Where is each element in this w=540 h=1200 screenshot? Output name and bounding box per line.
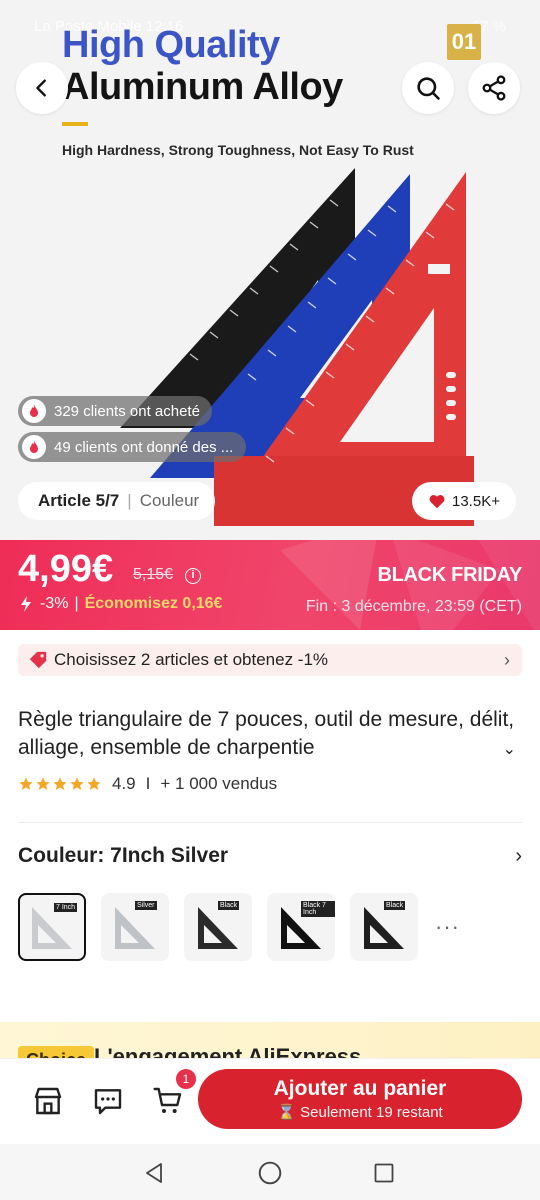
chevron-left-icon xyxy=(36,79,46,97)
square-recents-icon xyxy=(374,1163,394,1183)
color-selector-header[interactable]: Couleur: 7Inch Silver › xyxy=(18,844,522,868)
color-option[interactable]: Black xyxy=(350,893,418,961)
product-title[interactable]: Règle triangulaire de 7 pouces, outil de… xyxy=(18,706,518,762)
bought-count-text: 329 clients ont acheté xyxy=(54,402,200,420)
search-icon xyxy=(417,77,440,100)
star-rating xyxy=(18,776,102,792)
review-count-pill: 49 clients ont donné des ... xyxy=(18,432,246,462)
chat-icon xyxy=(94,1089,122,1115)
current-price: 4,99€ xyxy=(18,548,114,590)
circle-home-icon xyxy=(258,1161,282,1185)
back-button[interactable] xyxy=(16,62,68,114)
color-option[interactable]: 7 Inch xyxy=(18,893,86,961)
store-button[interactable] xyxy=(30,1083,66,1119)
section-divider xyxy=(18,822,522,823)
bundle-promo-text: Choisissez 2 articles et obtenez -1% xyxy=(54,650,329,669)
bottom-action-bar: 1 Ajouter au panier ⌛ Seulement 19 resta… xyxy=(0,1058,540,1144)
bundle-promo[interactable]: Choisissez 2 articles et obtenez -1% › xyxy=(18,644,522,676)
discount-separator: | xyxy=(74,595,79,612)
rating-separator: I xyxy=(145,774,151,793)
star-icon xyxy=(53,777,67,790)
triangle-back-icon xyxy=(146,1163,162,1183)
event-end-date: 3 décembre, 23:59 (CET) xyxy=(341,598,522,615)
cart-button[interactable] xyxy=(150,1083,186,1119)
gallery-position: Article 5/7 xyxy=(38,491,120,510)
gallery-separator: | xyxy=(127,491,132,510)
coupon-tag-icon xyxy=(28,651,48,669)
heart-icon xyxy=(429,495,445,509)
share-icon xyxy=(482,75,506,101)
discount-percent: -3% xyxy=(40,595,69,612)
color-option-label: 7 Inch xyxy=(54,903,78,912)
wishlist-button[interactable]: 13.5K+ xyxy=(412,482,516,520)
fire-icon xyxy=(22,435,46,459)
cart-count-badge: 1 xyxy=(176,1069,196,1089)
hero-headline-line2: Aluminum Alloy xyxy=(62,66,343,108)
product-title-text: Règle triangulaire de 7 pouces, outil de… xyxy=(18,708,515,759)
color-option-label: Silver xyxy=(135,901,157,910)
system-navigation-bar xyxy=(0,1144,540,1200)
color-option-label: Black 7 Inch xyxy=(301,901,335,917)
chevron-right-icon: › xyxy=(515,844,522,867)
chat-button[interactable] xyxy=(90,1083,126,1119)
gallery-color-link: Couleur xyxy=(139,491,200,510)
discount-row: -3% | Économisez 0,16€ xyxy=(18,595,222,613)
stock-remaining: ⌛ Seulement 19 restant xyxy=(277,1104,443,1121)
down-arrow-icon xyxy=(21,596,31,612)
product-image-gallery[interactable]: La Poste Mobile 12:16 67 % High Quality … xyxy=(0,0,540,540)
share-button[interactable] xyxy=(468,62,520,114)
hero-subtitle: High Hardness, Strong Toughness, Not Eas… xyxy=(62,142,414,158)
star-icon xyxy=(70,777,84,790)
bought-count-pill: 329 clients ont acheté xyxy=(18,396,212,426)
sold-count: + 1 000 vendus xyxy=(160,774,278,793)
selected-color-label: Couleur: 7Inch Silver xyxy=(18,844,229,867)
search-button[interactable] xyxy=(402,62,454,114)
system-recents-button[interactable] xyxy=(369,1158,399,1188)
color-option[interactable]: Silver xyxy=(101,893,169,961)
add-to-cart-button[interactable]: Ajouter au panier ⌛ Seulement 19 restant xyxy=(198,1069,522,1129)
star-icon xyxy=(19,777,33,790)
rating-row[interactable]: 4.9 I + 1 000 vendus xyxy=(18,774,277,794)
wishlist-count: 13.5K+ xyxy=(452,492,500,510)
chevron-right-icon: › xyxy=(504,649,510,670)
color-option[interactable]: Black 7 Inch xyxy=(267,893,335,961)
info-icon[interactable]: i xyxy=(185,568,201,584)
color-option-label: Black xyxy=(218,901,240,910)
expand-icon[interactable]: ⌄ xyxy=(503,736,516,764)
system-home-button[interactable] xyxy=(255,1158,285,1188)
color-options: 7 Inch Silver Black Black 7 Inch Black ·… xyxy=(18,893,460,961)
star-icon xyxy=(87,777,101,790)
hero-number-badge: 01 xyxy=(447,24,481,60)
event-end-label: Fin : xyxy=(305,598,338,615)
hero-accent-bar xyxy=(62,122,88,126)
hero-headline-line1: High Quality xyxy=(62,24,280,66)
fire-icon xyxy=(22,399,46,423)
cart-icon xyxy=(153,1087,182,1113)
price-banner: 4,99€ 5,15€ i -3% | Économisez 0,16€ BLA… xyxy=(0,540,540,630)
review-count-text: 49 clients ont donné des ... xyxy=(54,438,234,456)
savings-amount: Économisez 0,16€ xyxy=(84,595,223,612)
hero-headline: High Quality Aluminum Alloy xyxy=(62,24,343,108)
color-option[interactable]: Black xyxy=(184,893,252,961)
gallery-position-pill[interactable]: Article 5/7 | Couleur xyxy=(18,482,216,520)
system-back-button[interactable] xyxy=(139,1158,169,1188)
event-title: BLACK FRIDAY xyxy=(377,564,522,586)
original-price: 5,15€ xyxy=(133,566,174,583)
more-colors-button[interactable]: ··· xyxy=(435,914,460,940)
color-option-label: Black xyxy=(384,901,406,910)
add-to-cart-label: Ajouter au panier xyxy=(273,1077,447,1100)
store-icon xyxy=(34,1087,62,1115)
event-end: Fin : 3 décembre, 23:59 (CET) xyxy=(306,598,522,616)
star-icon xyxy=(36,777,50,790)
rating-value: 4.9 xyxy=(112,774,136,793)
